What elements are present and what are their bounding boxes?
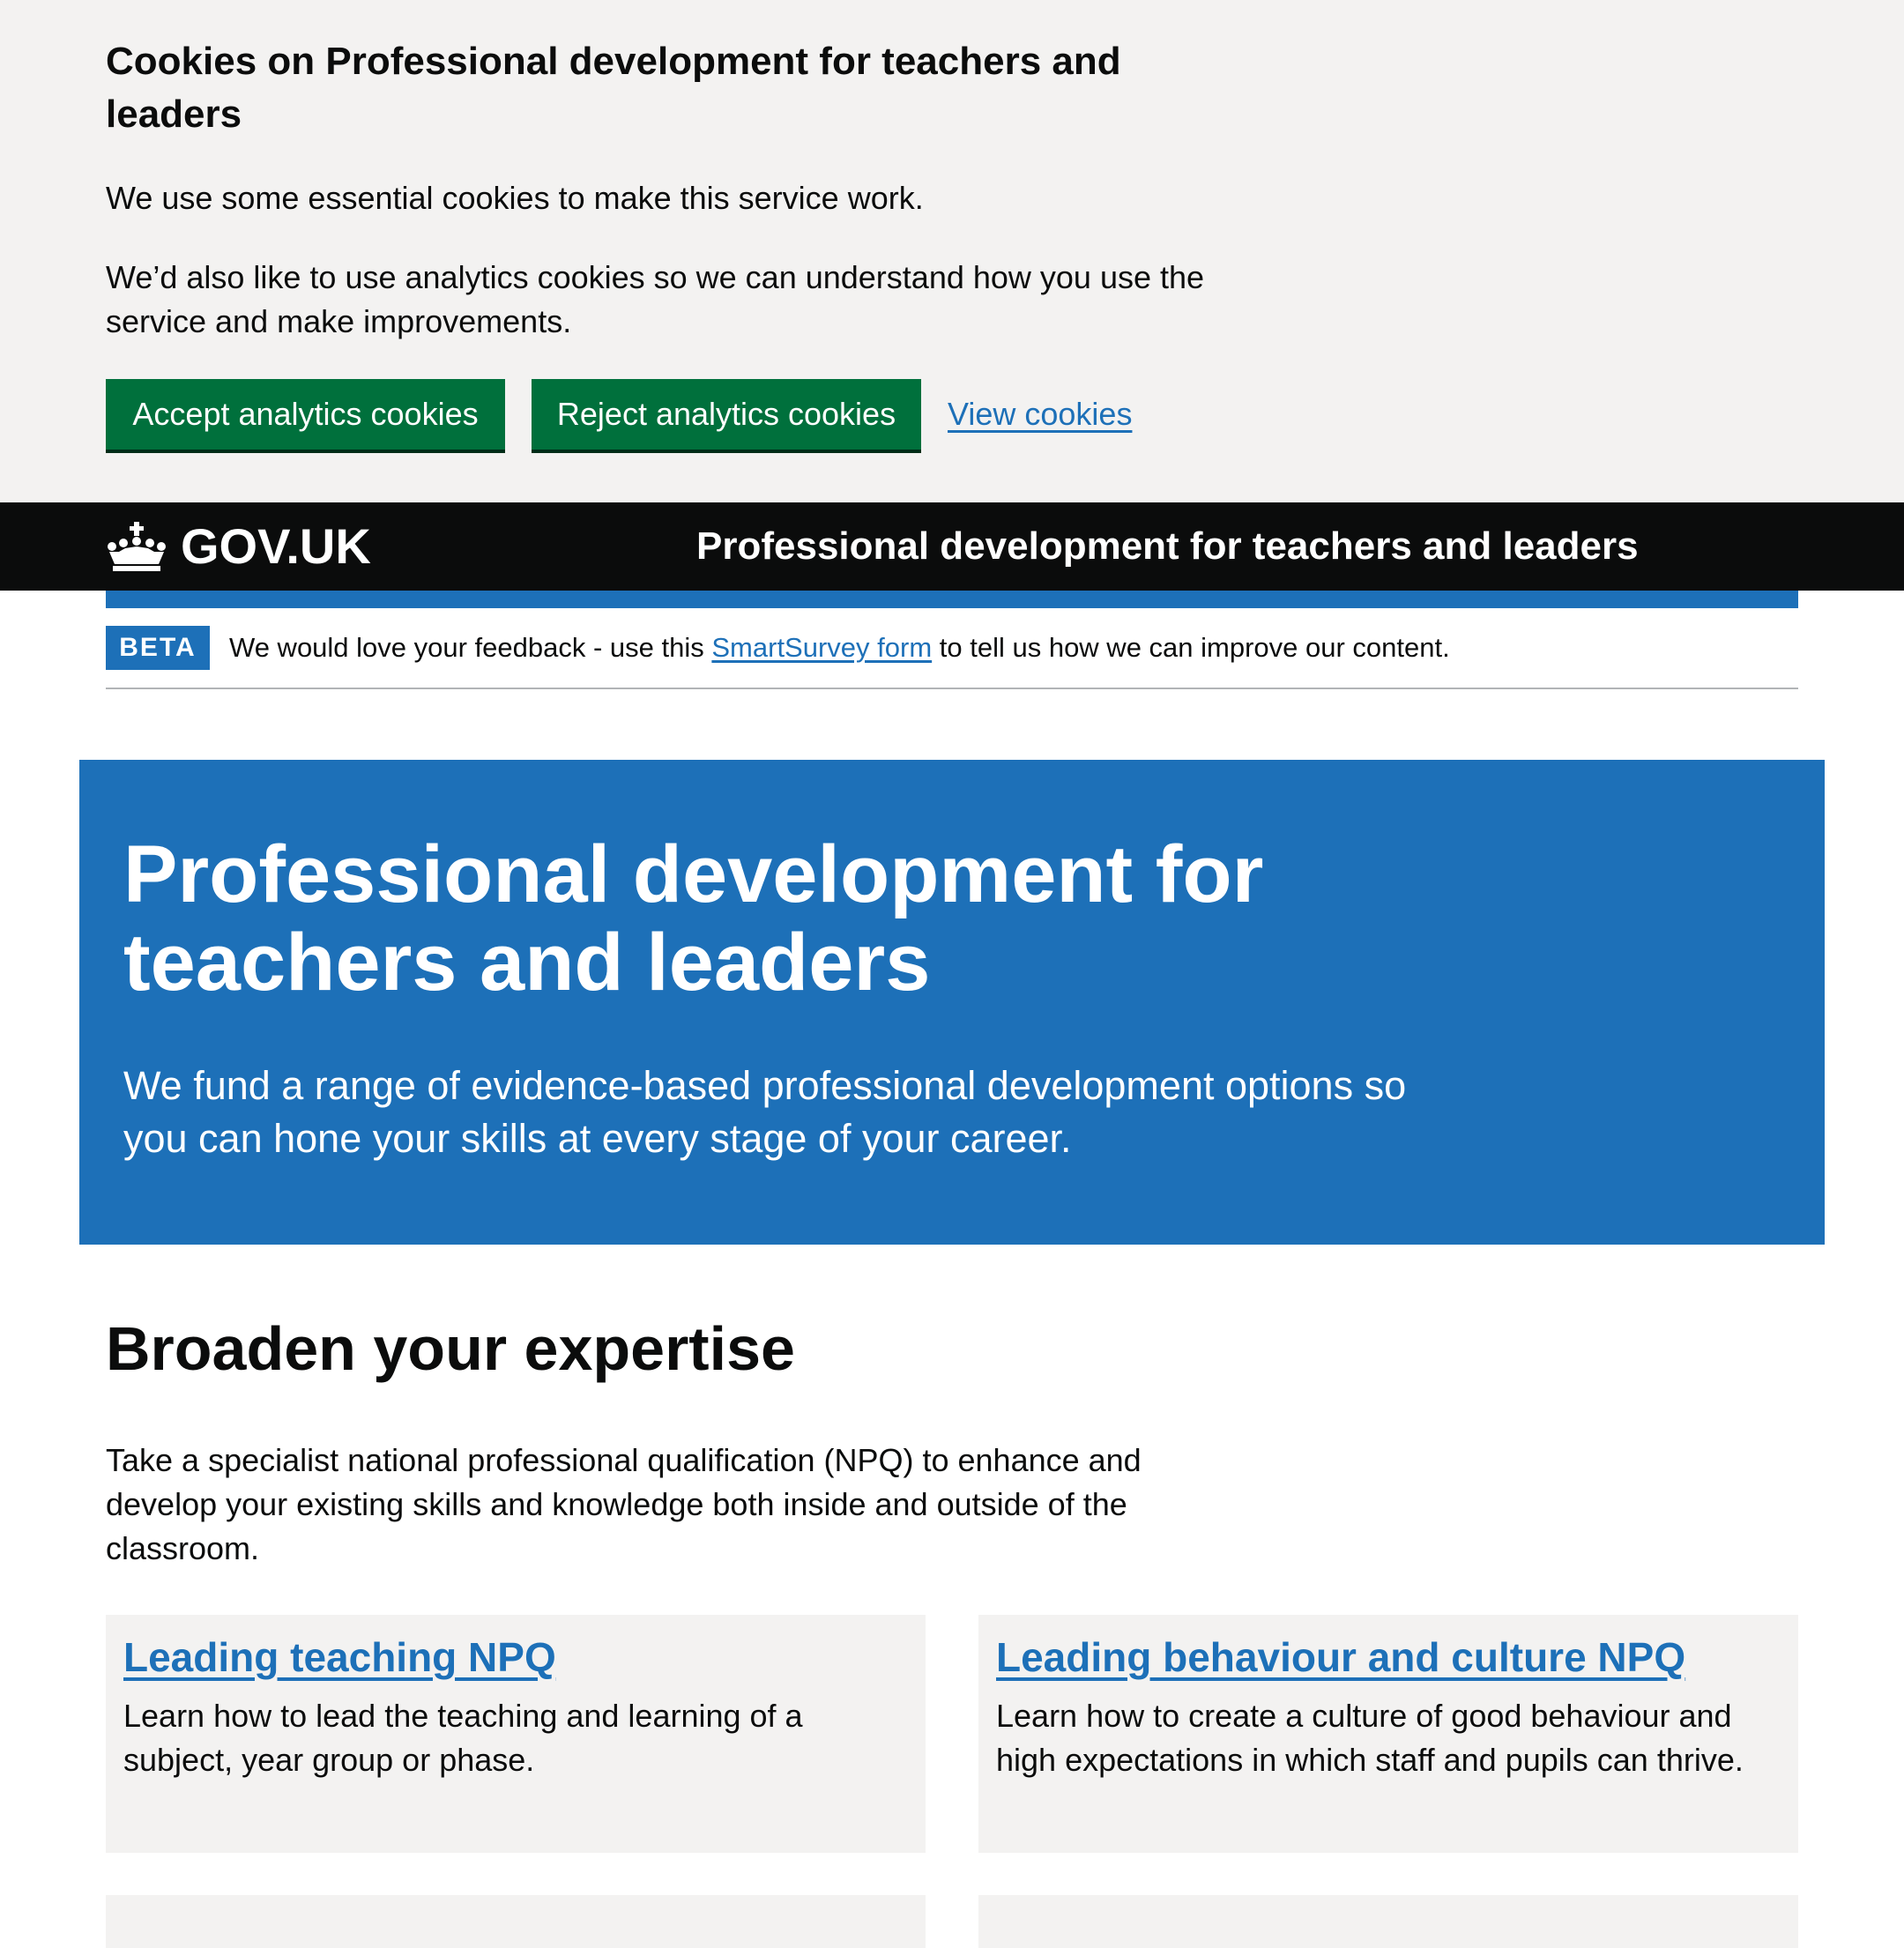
beta-tag: BETA (106, 626, 210, 670)
card-leading-behaviour: Leading behaviour and culture NPQ Learn … (978, 1615, 1798, 1853)
govuk-logo[interactable]: GOV.UK (181, 517, 371, 576)
card-leading-teaching: Leading teaching NPQ Learn how to lead t… (106, 1615, 926, 1853)
section-description: Take a specialist national professional … (106, 1442, 1142, 1566)
service-name-link[interactable]: Professional development for teachers an… (696, 522, 1639, 571)
card-partial (106, 1895, 926, 1948)
reject-analytics-cookies-button[interactable]: Reject analytics cookies (532, 379, 921, 450)
smartsurvey-link[interactable]: SmartSurvey form (711, 632, 932, 663)
view-cookies-link[interactable]: View cookies (948, 392, 1132, 436)
phase-banner-text: We would love your feedback - use this S… (229, 626, 1450, 670)
phase-text-after: to tell us how we can improve our conten… (932, 632, 1450, 663)
section-heading: Broaden your expertise (106, 1314, 795, 1383)
hero-panel: Professional development for teachers an… (79, 760, 1825, 1245)
card-description: Learn how to create a culture of good be… (996, 1698, 1744, 1778)
header-blue-bar (106, 591, 1798, 608)
cookie-banner-essential-text: We use some essential cookies to make th… (106, 180, 924, 216)
site-header: GOV.UK Professional development for teac… (0, 502, 1904, 591)
phase-banner: BETA We would love your feedback - use t… (106, 608, 1798, 689)
phase-text-before: We would love your feedback - use this (229, 632, 712, 663)
hero-description: We fund a range of evidence-based profes… (123, 1063, 1407, 1161)
cookie-banner-title: Cookies on Professional development for … (106, 40, 1121, 136)
crown-icon[interactable] (106, 522, 167, 571)
cookie-banner-analytics-text: We’d also like to use analytics cookies … (106, 259, 1205, 339)
card-title-link[interactable]: Leading behaviour and culture NPQ (996, 1631, 1685, 1684)
accept-analytics-cookies-button[interactable]: Accept analytics cookies (106, 379, 505, 450)
card-title-link[interactable]: Leading teaching NPQ (123, 1631, 556, 1684)
cookie-banner: Cookies on Professional development for … (0, 0, 1904, 502)
card-partial (978, 1895, 1798, 1948)
page-title: Professional development for teachers an… (123, 829, 1264, 1007)
card-description: Learn how to lead the teaching and learn… (123, 1698, 803, 1778)
